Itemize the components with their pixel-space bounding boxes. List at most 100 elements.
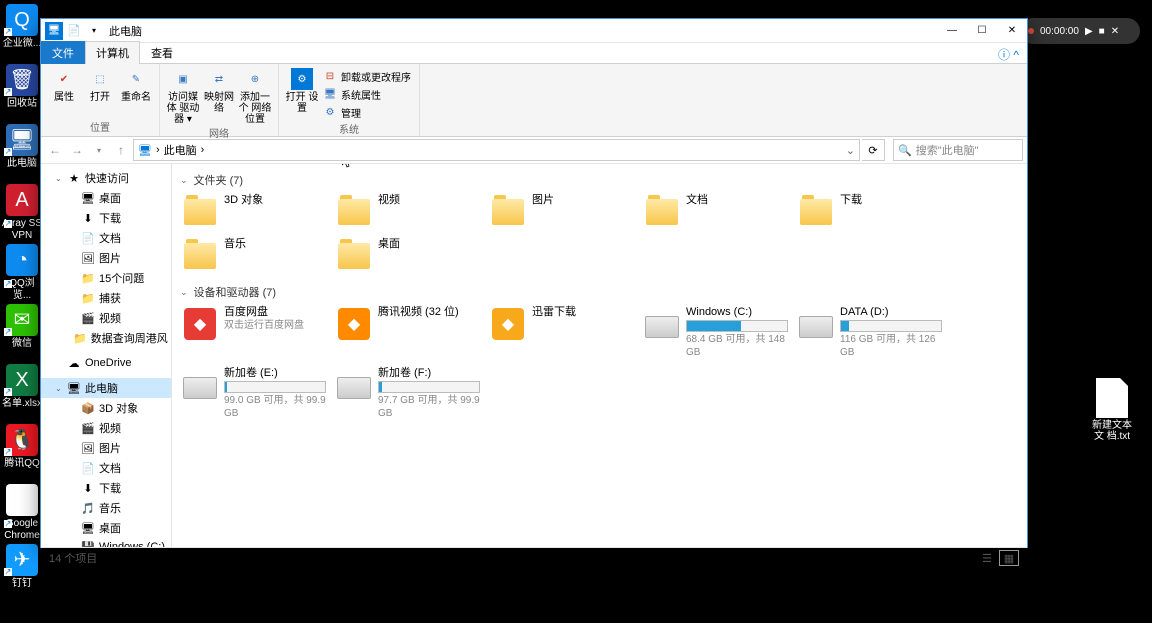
screen-recorder-widget[interactable]: 00:00:00 ▶ ■ ✕ [1020, 18, 1140, 44]
qat-properties-icon[interactable]: 📄 [65, 22, 83, 40]
nav-quick-5[interactable]: 📁捕获 [41, 288, 171, 308]
desktop-icon-3[interactable]: A↗Array SSVPN [2, 184, 42, 242]
txt-file-icon [1096, 378, 1128, 418]
shortcut-arrow-icon: ↗ [4, 328, 12, 336]
shortcut-arrow-icon: ↗ [4, 280, 12, 288]
drive-1[interactable]: ◆腾讯视频 (32 位) [334, 304, 488, 361]
shortcut-arrow-icon: ↗ [4, 220, 12, 228]
desktop-icon-5[interactable]: ✉↗微信 [2, 304, 42, 350]
pc-path-icon: 🖥 [138, 144, 152, 157]
ribbon-sys-props[interactable]: 🖥系统属性 [321, 86, 413, 103]
folder-4[interactable]: 下载 [796, 192, 950, 232]
folder-6[interactable]: 桌面 [334, 236, 488, 276]
ribbon-manage[interactable]: ⚙管理 [321, 104, 413, 121]
drive-6[interactable]: 新加卷 (F:)97.7 GB 可用，共 99.9 GB [334, 365, 488, 422]
desktop-icon-4[interactable]: ◔↗QQ浏览... [2, 244, 42, 302]
shortcut-arrow-icon: ↗ [4, 148, 12, 156]
ribbon-properties[interactable]: ✔属性 [47, 66, 81, 119]
minimize-button[interactable]: — [937, 19, 967, 42]
view-details-icon[interactable]: ☰ [977, 550, 997, 566]
drive-0[interactable]: ◆百度网盘双击运行百度网盘 [180, 304, 334, 361]
ribbon: ✔属性 ⬚打开 ✎重命名 位置 ▣访问媒体 驱动器 ▾ ⇄映射网络 ⊕添加一个 … [41, 64, 1027, 137]
nav-pc-4[interactable]: ⬇下载 [41, 478, 171, 498]
ribbon-media[interactable]: ▣访问媒体 驱动器 ▾ [166, 66, 200, 125]
ribbon-help-icon[interactable]: ⓘ ^ [998, 46, 1019, 63]
group-header[interactable]: ⌄设备和驱动器 (7) [180, 284, 1019, 300]
titlebar[interactable]: 🖥 📄 ▾ 此电脑 — ☐ ✕ [41, 19, 1027, 43]
recorder-time: 00:00:00 [1040, 26, 1079, 37]
close-button[interactable]: ✕ [997, 19, 1027, 42]
nav-quick-6[interactable]: 🎬视频 [41, 308, 171, 328]
ribbon-open-settings[interactable]: ⚙打开 设置 [285, 66, 319, 121]
refresh-button[interactable]: ⟳ [862, 139, 885, 161]
ribbon-open[interactable]: ⬚打开 [83, 66, 117, 119]
path-dropdown-icon[interactable]: ⌄ [846, 144, 855, 157]
folder-5[interactable]: 音乐 [180, 236, 334, 276]
nav-pc-6[interactable]: 🖥桌面 [41, 518, 171, 538]
desktop-file-txt[interactable]: 新建文本文 档.txt [1090, 378, 1134, 442]
desktop-icon-2[interactable]: 🖥↗此电脑 [2, 124, 42, 170]
ribbon-map-drive[interactable]: ⇄映射网络 [202, 66, 236, 125]
record-dot-icon [1028, 28, 1034, 34]
tab-file[interactable]: 文件 [41, 41, 85, 64]
drive-5[interactable]: 新加卷 (E:)99.0 GB 可用，共 99.9 GB [180, 365, 334, 422]
folder-2[interactable]: 图片 [488, 192, 642, 232]
content-pane[interactable]: ⌄文件夹 (7) 3D 对象视频图片文档下载音乐桌面 ⌄设备和驱动器 (7) ◆百度网… [172, 164, 1027, 547]
shortcut-arrow-icon: ↗ [4, 388, 12, 396]
ribbon-uninstall[interactable]: ⊟卸载或更改程序 [321, 68, 413, 85]
nav-recent[interactable]: ▾ [89, 140, 109, 160]
shortcut-arrow-icon: ↗ [4, 520, 12, 528]
nav-quick-3[interactable]: 🖼图片 [41, 248, 171, 268]
address-bar: ← → ▾ ↑ 🖥 › 此电脑 › ⌄ ⟳ 🔍 搜索"此电脑" [41, 137, 1027, 164]
nav-pc-3[interactable]: 📄文档 [41, 458, 171, 478]
play-icon[interactable]: ▶ [1085, 26, 1093, 37]
ribbon-add-network[interactable]: ⊕添加一个 网络位置 [238, 66, 272, 125]
nav-this-pc[interactable]: ⌄🖥此电脑 [41, 378, 171, 398]
tab-computer[interactable]: 计算机 [85, 41, 140, 64]
nav-quick-4[interactable]: 📁15个问题 [41, 268, 171, 288]
address-path[interactable]: 🖥 › 此电脑 › ⌄ [133, 139, 860, 161]
folder-3[interactable]: 文档 [642, 192, 796, 232]
nav-quick-access[interactable]: ⌄★快速访问 [41, 168, 171, 188]
tab-view[interactable]: 查看 [140, 41, 184, 64]
desktop-icon-6[interactable]: X↗名单.xlsx [2, 364, 42, 410]
desktop-icon-9[interactable]: ✈↗钉钉 [2, 544, 42, 590]
nav-back[interactable]: ← [45, 140, 65, 160]
folder-0[interactable]: 3D 对象 [180, 192, 334, 232]
folder-1[interactable]: 视频 [334, 192, 488, 232]
nav-pc-2[interactable]: 🖼图片 [41, 438, 171, 458]
nav-onedrive[interactable]: ☁OneDrive [41, 354, 171, 372]
drive-4[interactable]: DATA (D:)116 GB 可用，共 126 GB [796, 304, 950, 361]
drive-2[interactable]: ◆迅雷下载 [488, 304, 642, 361]
group-header[interactable]: ⌄文件夹 (7) [180, 172, 1019, 188]
desktop-icon-8[interactable]: ◎↗GoogleChrome [2, 484, 42, 542]
nav-quick-0[interactable]: 🖥桌面 [41, 188, 171, 208]
ribbon-tabs: 文件 计算机 查看 ⓘ ^ [41, 43, 1027, 64]
ribbon-group-location: 位置 [47, 119, 153, 136]
shortcut-arrow-icon: ↗ [4, 28, 12, 36]
nav-pc-5[interactable]: 🎵音乐 [41, 498, 171, 518]
desktop-icon-1[interactable]: 🗑↗回收站 [2, 64, 42, 110]
navigation-pane[interactable]: ⌄★快速访问🖥桌面⬇下载📄文档🖼图片📁15个问题📁捕获🎬视频📁数据查询周港风☁O… [41, 164, 172, 547]
search-box[interactable]: 🔍 搜索"此电脑" [893, 139, 1023, 161]
nav-pc-1[interactable]: 🎬视频 [41, 418, 171, 438]
status-bar: 14 个项目 ☰ ▦ [41, 547, 1027, 568]
nav-quick-1[interactable]: ⬇下载 [41, 208, 171, 228]
nav-quick-7[interactable]: 📁数据查询周港风 [41, 328, 171, 348]
stop-icon[interactable]: ■ [1099, 26, 1105, 37]
nav-up[interactable]: ↑ [111, 140, 131, 160]
status-item-count: 14 个项目 [49, 550, 97, 566]
nav-forward[interactable]: → [67, 140, 87, 160]
desktop-icon-7[interactable]: 🐧↗腾讯QQ [2, 424, 42, 470]
maximize-button[interactable]: ☐ [967, 19, 997, 42]
nav-pc-0[interactable]: 📦3D 对象 [41, 398, 171, 418]
ribbon-rename[interactable]: ✎重命名 [119, 66, 153, 119]
close-recorder-icon[interactable]: ✕ [1111, 26, 1119, 37]
qat-dropdown-icon[interactable]: ▾ [85, 22, 103, 40]
view-icons-icon[interactable]: ▦ [999, 550, 1019, 566]
drive-3[interactable]: Windows (C:)68.4 GB 可用，共 148 GB [642, 304, 796, 361]
desktop-icon-0[interactable]: Q↗企业微... [2, 4, 42, 50]
nav-pc-7[interactable]: 💾Windows (C:) [41, 538, 171, 547]
shortcut-arrow-icon: ↗ [4, 568, 12, 576]
nav-quick-2[interactable]: 📄文档 [41, 228, 171, 248]
